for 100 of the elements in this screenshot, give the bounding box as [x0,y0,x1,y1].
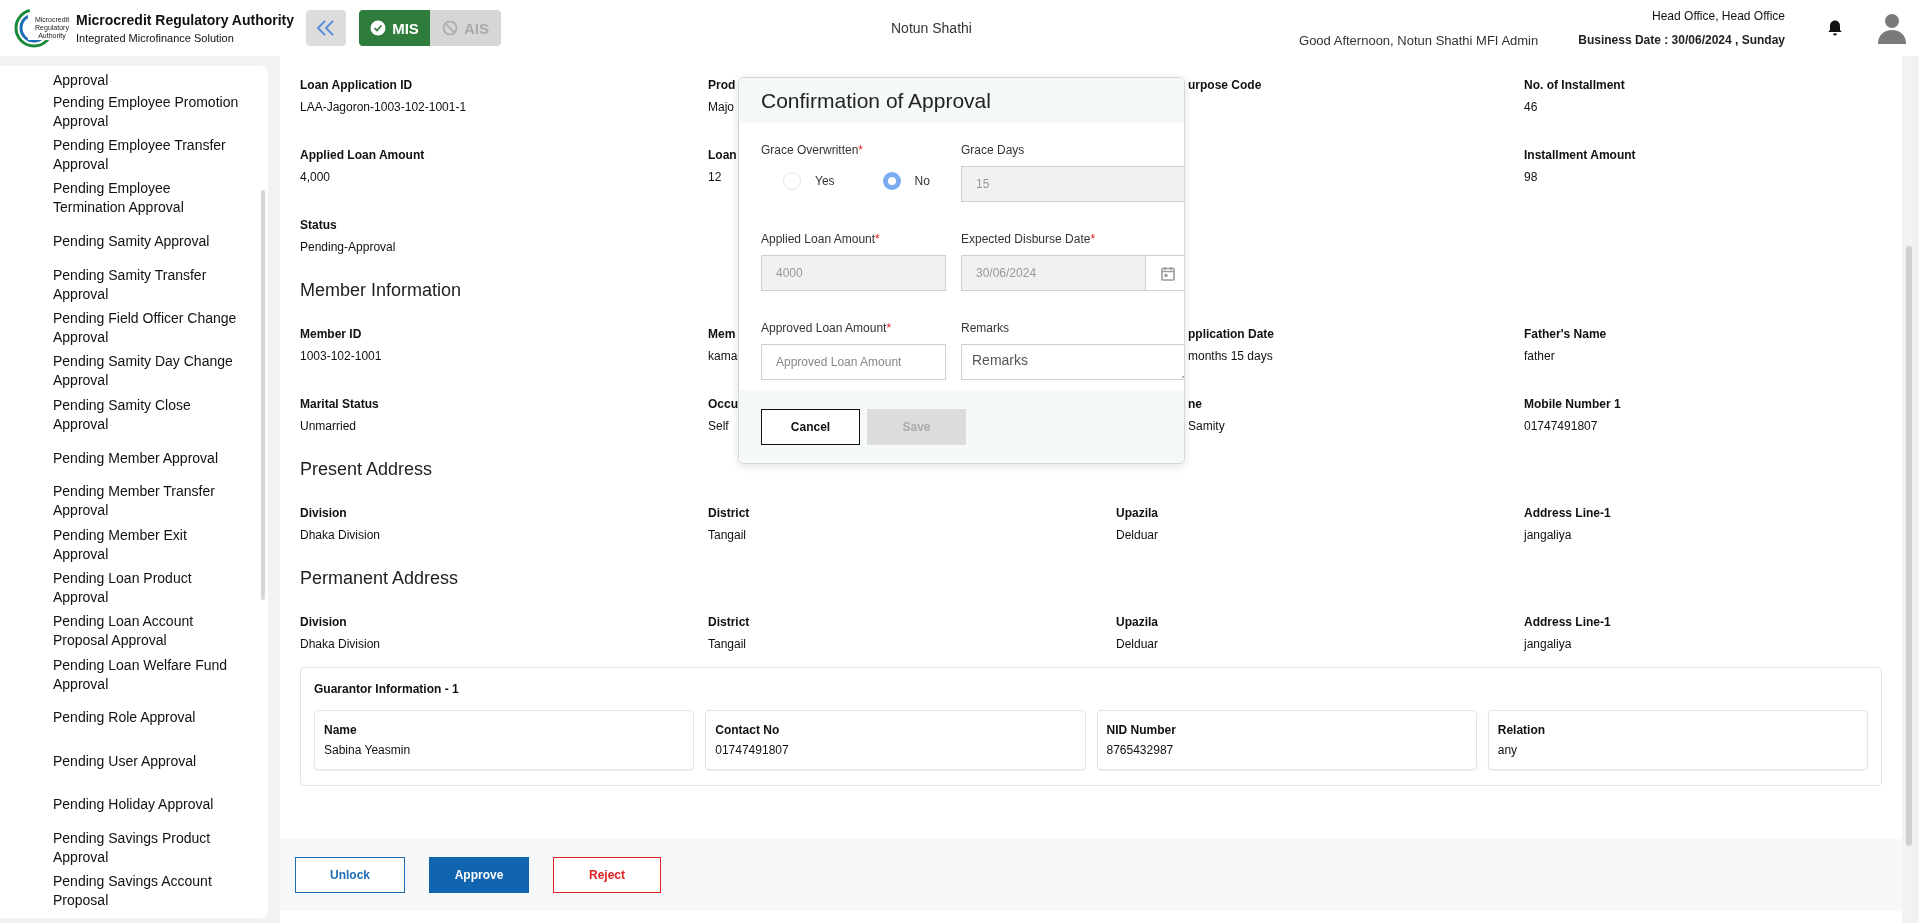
double-chevron-left-icon [315,19,337,37]
field-value: 1003-102-1001 [300,349,382,363]
field-label: NID Number [1106,723,1177,737]
field-label: ne [1188,397,1202,411]
field-label: Installment Amount [1524,148,1636,162]
field-label: District [708,506,750,520]
app-subtitle: Integrated Microfinance Solution [76,32,235,44]
field-value: months 15 days [1188,349,1273,363]
sidebar-item[interactable]: Pending Samity Approval [53,232,243,252]
field-label: pplication Date [1188,327,1274,341]
field-value: Self [708,419,729,433]
sidebar-item[interactable]: Pending Employee Promotion Approval [53,92,243,131]
greeting-text: Good Afternoon, Notun Shathi MFI Admin [1299,32,1539,48]
field-label: Prod [708,78,736,92]
field-value: any [1497,743,1519,757]
sidebar-item[interactable]: Pending Role Approval [53,708,243,728]
field-value: 98 [1524,170,1538,184]
field-label: Mem [708,327,736,341]
field-value: Pending-Approval [300,240,396,254]
action-button[interactable]: Reject [553,857,661,893]
field-label: Upazila [1116,615,1158,629]
field-value: jangaliya [1524,637,1572,651]
ban-icon [442,20,458,36]
organization-name: Notun Shathi [891,20,972,36]
field-value: Tangail [708,637,747,651]
sidebar-item[interactable]: Pending Field Officer Change Approval [53,309,243,348]
field-label: Remarks [961,321,1010,335]
sidebar-item[interactable]: Pending Employee Transfer Approval [53,135,243,174]
field-label: Address Line-1 [1524,506,1611,520]
field-label: Mobile Number 1 [1524,397,1621,411]
field-value: LAA-Jagoron-1003-102-1001-1 [300,100,467,114]
guarantor-title: Guarantor Information - 1 [314,682,460,696]
input-field[interactable]: Approved Loan Amount [761,344,946,380]
sidebar-item[interactable]: Pending Employee Termination Approval [53,179,243,218]
field-label: urpose Code [1188,78,1262,92]
radio-option[interactable]: Yes [783,172,835,190]
field-label: Relation [1497,723,1547,737]
section-title: Present Address [300,459,433,480]
field-label: Applied Loan Amount [300,148,425,162]
field-label: Father's Name [1524,327,1607,341]
field-label: Loan Application ID [300,78,413,92]
field-value: Unmarried [300,419,356,433]
sidebar-item[interactable]: Pending Savings Account Proposal [53,872,243,910]
field-label: Occu [708,397,738,411]
sidebar-item[interactable]: Pending Loan Account Proposal Approval [53,612,243,651]
radio-option[interactable]: No [882,172,930,190]
app-title: Microcredit Regulatory Authority [76,12,295,28]
field-value: 01747491807 [715,743,790,757]
field-value: Tangail [708,528,747,542]
field-label: Address Line-1 [1524,615,1611,629]
sidebar-item[interactable]: Approval [53,71,243,90]
field-value: Delduar [1116,637,1159,651]
field-label: Approved Loan Amount* [761,321,893,335]
field-label: Grace Overwritten* [761,143,865,157]
sidebar-item[interactable]: Pending Loan Welfare Fund Approval [53,655,243,694]
module-tab[interactable]: MIS [359,10,430,46]
scrollbar-thumb[interactable] [1906,246,1912,846]
sidebar-item[interactable]: Pending Samity Transfer Approval [53,265,243,304]
sidebar-item[interactable]: Pending User Approval [53,751,243,771]
field-value: 4,000 [300,170,331,184]
section-title: Permanent Address [300,568,459,589]
field-label: Marital Status [300,397,379,411]
remarks-field[interactable]: Remarks [961,344,1184,380]
field-label: Upazila [1116,506,1158,520]
field-label: Applied Loan Amount* [761,232,881,246]
office-name: Head Office, Head Office [1652,8,1785,23]
field-label: Grace Days [961,143,1026,157]
sidebar-item[interactable]: Pending Member Transfer Approval [53,482,243,521]
bell-icon[interactable] [1827,19,1843,37]
business-date: Business Date : 30/06/2024 , Sunday [1578,32,1785,48]
sidebar-item[interactable]: Pending Member Approval [53,448,243,468]
field-label: Contact No [715,723,781,737]
collapse-sidebar-button[interactable] [306,10,346,46]
field-label: Division [300,506,347,520]
sidebar-item[interactable]: Pending Savings Product Approval [53,828,243,867]
field-label: Division [300,615,347,629]
field-value: 01747491807 [1524,419,1598,433]
check-circle-icon [370,20,387,36]
sidebar-item[interactable]: Pending Samity Close Approval [53,395,243,434]
field-label: District [708,615,750,629]
sidebar-item[interactable]: Pending Loan Product Approval [53,568,243,607]
scrollbar-thumb[interactable] [261,190,265,600]
field-value: 46 [1524,100,1538,114]
field-label: Loan [708,148,737,162]
field-value: jangaliya [1524,528,1572,542]
field-label: No. of Installment [1524,78,1625,92]
dialog-title: Confirmation of Approval [761,88,991,113]
avatar-icon[interactable] [1877,12,1907,44]
field-value: 12 [708,170,722,184]
field-value: Dhaka Division [300,528,381,542]
field-value: Delduar [1116,528,1159,542]
sidebar-item[interactable]: Pending Holiday Approval [53,794,243,814]
action-button[interactable]: Unlock [295,857,405,893]
cancel-button[interactable]: Cancel [761,408,860,445]
sidebar-item[interactable]: Pending Samity Day Change Approval [53,352,243,391]
field-value: father [1524,349,1555,363]
field-value: Dhaka Division [300,637,381,651]
action-button[interactable]: Approve [429,857,529,893]
field-label: Member ID [300,327,362,341]
sidebar-item[interactable]: Pending Member Exit Approval [53,525,243,564]
